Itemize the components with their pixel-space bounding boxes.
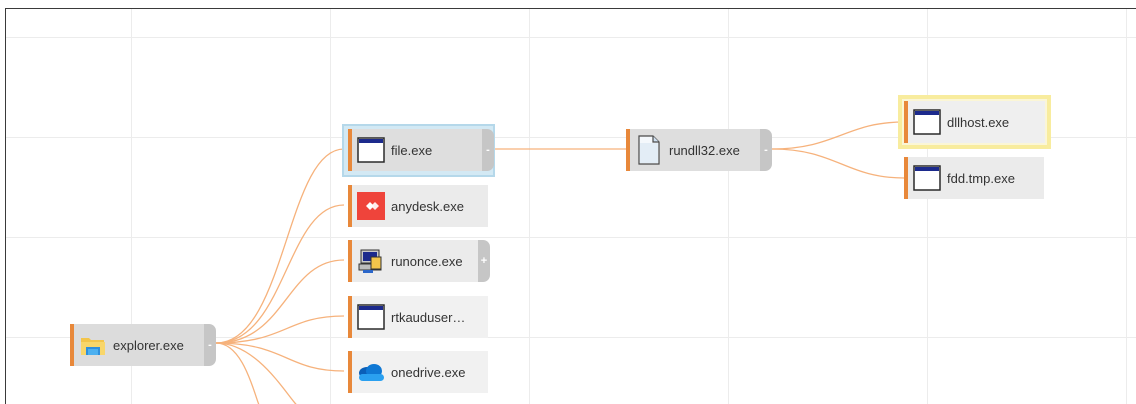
collapse-toggle[interactable]: - xyxy=(204,324,216,366)
edge-explorer-anydesk xyxy=(215,204,345,344)
application-window-icon xyxy=(356,135,386,165)
edge-explorer-file xyxy=(215,148,345,344)
process-node-explorer[interactable]: explorer.exe - xyxy=(70,324,216,366)
edge-explorer-runonce xyxy=(215,259,345,344)
process-label: runonce.exe xyxy=(391,253,463,269)
process-node-onedrive[interactable]: onedrive.exe xyxy=(348,351,488,393)
process-label: onedrive.exe xyxy=(391,364,466,380)
edge-explorer-offscreen1 xyxy=(215,342,260,404)
process-label: rtkauduser… xyxy=(391,309,466,325)
collapse-toggle[interactable]: - xyxy=(760,129,772,171)
process-node-file[interactable]: file.exe - xyxy=(348,129,494,171)
expand-toggle[interactable]: + xyxy=(478,240,490,282)
process-label: fdd.tmp.exe xyxy=(947,170,1015,186)
process-node-rtkauduser[interactable]: rtkauduser… xyxy=(348,296,488,338)
edge-rundll32-fdd xyxy=(771,148,905,179)
process-node-fdd-tmp[interactable]: fdd.tmp.exe xyxy=(904,157,1044,199)
process-node-anydesk[interactable]: anydesk.exe xyxy=(348,185,488,227)
explorer-folder-icon xyxy=(78,330,108,360)
process-label: rundll32.exe xyxy=(669,142,740,158)
process-label: anydesk.exe xyxy=(391,198,464,214)
setup-computer-icon xyxy=(356,246,386,276)
process-label: dllhost.exe xyxy=(947,114,1010,130)
process-label: file.exe xyxy=(391,142,433,158)
application-window-icon xyxy=(912,107,942,137)
process-node-rundll32[interactable]: rundll32.exe - xyxy=(626,129,772,171)
edge-rundll32-dllhost xyxy=(771,121,905,150)
process-node-dllhost[interactable]: dllhost.exe xyxy=(904,101,1045,143)
application-window-icon xyxy=(356,302,386,332)
document-icon xyxy=(634,135,664,165)
process-label: explorer.exe xyxy=(113,337,184,353)
edge-explorer-offscreen2 xyxy=(215,342,297,404)
onedrive-cloud-icon xyxy=(356,357,386,387)
collapse-toggle[interactable]: - xyxy=(482,129,494,171)
process-tree-canvas[interactable]: explorer.exe - file.exe - anydesk.exe ru… xyxy=(5,8,1136,404)
application-window-icon xyxy=(912,163,942,193)
anydesk-icon xyxy=(356,191,386,221)
process-node-runonce[interactable]: runonce.exe + xyxy=(348,240,490,282)
